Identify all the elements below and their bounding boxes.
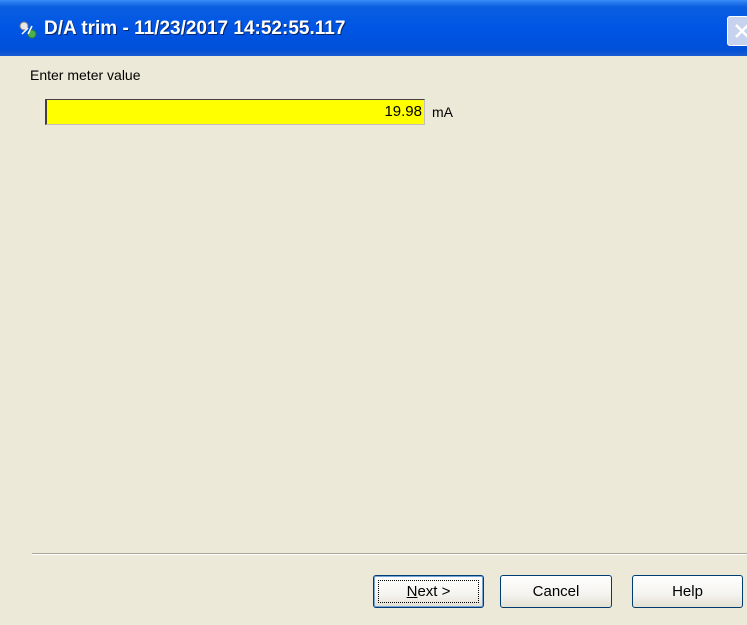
meter-value-label: Enter meter value — [30, 67, 141, 83]
unit-label: mA — [432, 104, 453, 120]
device-config-icon — [18, 20, 38, 40]
help-button[interactable]: Help — [632, 575, 743, 608]
close-icon — [735, 24, 747, 38]
next-button[interactable]: Next > — [373, 575, 484, 608]
focus-rect — [378, 580, 479, 603]
meter-value-input[interactable]: 19.98 — [45, 99, 425, 125]
window-title: D/A trim - 11/23/2017 14:52:55.117 — [44, 18, 346, 39]
separator — [32, 553, 747, 555]
close-button[interactable] — [727, 16, 747, 46]
title-bar: D/A trim - 11/23/2017 14:52:55.117 — [0, 0, 747, 56]
cancel-button[interactable]: Cancel — [500, 575, 612, 608]
